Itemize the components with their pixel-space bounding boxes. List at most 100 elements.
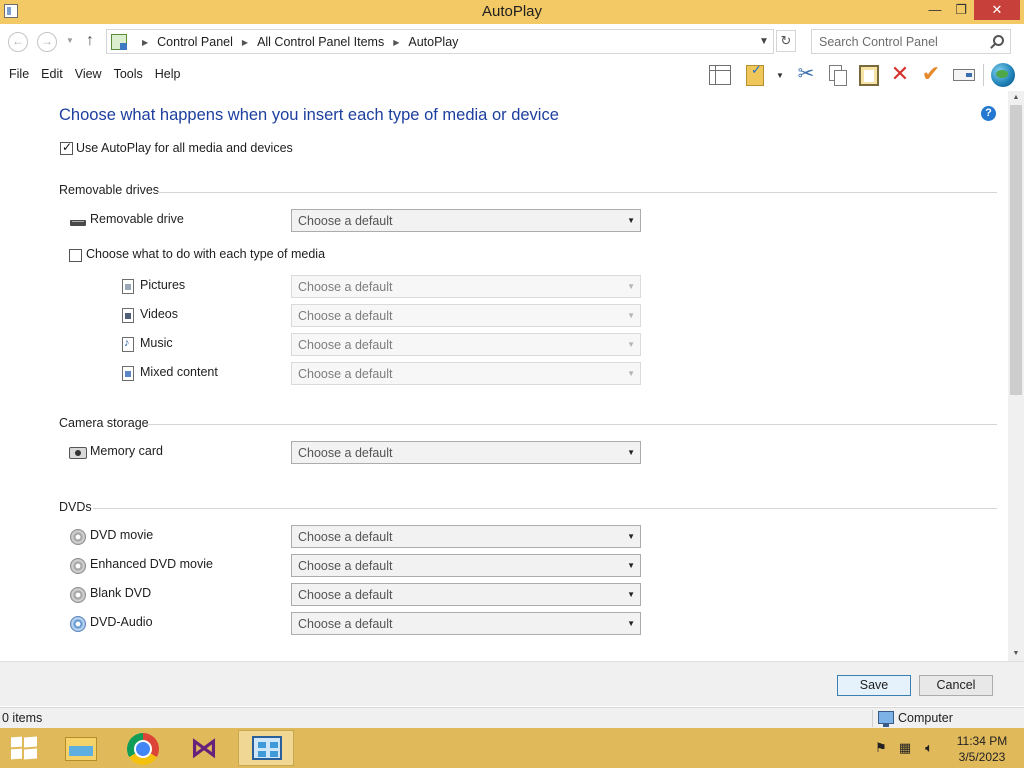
each-media-checkbox[interactable] <box>69 249 82 262</box>
copy-icon[interactable] <box>824 62 850 86</box>
address-bar[interactable]: ▶ Control Panel ▶ All Control Panel Item… <box>106 29 774 54</box>
breadcrumb-autoplay[interactable]: AutoPlay <box>408 35 458 49</box>
dvd-audio-icon <box>69 615 86 632</box>
chevron-down-icon: ▼ <box>627 216 635 225</box>
recent-locations-icon[interactable]: ▼ <box>66 36 74 45</box>
breadcrumb-separator-icon[interactable]: ▶ <box>142 38 148 47</box>
file-explorer-icon[interactable] <box>53 730 109 766</box>
chevron-down-icon: ▼ <box>627 369 635 378</box>
section-divider <box>93 508 997 509</box>
volume-icon[interactable]: 🔈︎ <box>921 740 937 756</box>
select-value: Choose a default <box>298 280 393 294</box>
status-divider <box>872 710 873 727</box>
menu-edit[interactable]: Edit <box>36 67 68 81</box>
cancel-button[interactable]: Cancel <box>919 675 993 696</box>
vertical-scrollbar[interactable]: ▲ ▼ <box>1008 91 1024 661</box>
removable-drive-select[interactable]: Choose a default ▼ <box>291 209 641 232</box>
pictures-icon <box>120 278 136 294</box>
blank-dvd-label: Blank DVD <box>90 586 152 600</box>
chevron-down-icon: ▼ <box>627 619 635 628</box>
checkmark-icon[interactable]: ✔ <box>918 62 944 86</box>
enhanced-dvd-movie-icon <box>69 557 86 574</box>
chevron-down-icon: ▼ <box>627 590 635 599</box>
address-row: ← → ▼ ↑ ▶ Control Panel ▶ All Control Pa… <box>0 24 1024 58</box>
section-divider <box>146 424 997 425</box>
breadcrumb-separator-icon[interactable]: ▶ <box>393 38 399 47</box>
save-button[interactable]: Save <box>837 675 911 696</box>
network-icon[interactable]: ▦ <box>897 740 913 756</box>
chevron-down-icon: ▼ <box>627 448 635 457</box>
layout-icon[interactable] <box>706 62 732 86</box>
enhanced-dvd-movie-select[interactable]: Choose a default ▼ <box>291 554 641 577</box>
section-removable-drives: Removable drives <box>59 183 160 197</box>
music-icon <box>120 336 136 352</box>
maximize-button[interactable]: ❐ <box>948 0 974 20</box>
cut-icon[interactable]: ✂ <box>793 62 819 86</box>
autoplay-window: AutoPlay — ❐ ✕ ← → ▼ ↑ ▶ Control Panel ▶… <box>0 0 1024 728</box>
select-value: Choose a default <box>298 214 393 228</box>
breadcrumb-separator-icon[interactable]: ▶ <box>242 38 248 47</box>
menu-view[interactable]: View <box>70 67 107 81</box>
memory-card-select[interactable]: Choose a default ▼ <box>291 441 641 464</box>
select-value: Choose a default <box>298 530 393 544</box>
breadcrumb-control-panel[interactable]: Control Panel <box>157 35 233 49</box>
chrome-icon[interactable] <box>114 730 170 766</box>
menu-bar: File Edit View Tools Help <box>4 67 187 81</box>
properties-icon[interactable] <box>744 62 770 86</box>
chevron-down-icon: ▼ <box>627 561 635 570</box>
videos-icon <box>120 307 136 323</box>
mixed-content-select[interactable]: Choose a default ▼ <box>291 362 641 385</box>
address-history-chevron-icon[interactable]: ▼ <box>759 36 769 47</box>
control-panel-task-icon[interactable] <box>238 730 294 766</box>
toolbar-divider <box>983 64 984 86</box>
dvd-movie-select[interactable]: Choose a default ▼ <box>291 525 641 548</box>
clock-time: 11:34 PM <box>956 734 1008 748</box>
scrollbar-thumb[interactable] <box>1010 105 1022 395</box>
windows-start-icon[interactable] <box>11 736 37 760</box>
clock-date: 3/5/2023 <box>958 750 1006 764</box>
menu-tools[interactable]: Tools <box>109 67 148 81</box>
menu-file[interactable]: File <box>4 67 34 81</box>
rename-icon[interactable] <box>951 62 977 86</box>
select-value: Choose a default <box>298 309 393 323</box>
use-autoplay-label[interactable]: Use AutoPlay for all media and devices <box>76 141 293 155</box>
memory-card-icon <box>69 444 87 460</box>
action-center-flag-icon[interactable]: ⚑ <box>873 740 889 756</box>
refresh-button[interactable]: ↻ <box>776 30 796 52</box>
blank-dvd-select[interactable]: Choose a default ▼ <box>291 583 641 606</box>
pictures-select[interactable]: Choose a default ▼ <box>291 275 641 298</box>
use-autoplay-checkbox[interactable] <box>60 140 73 155</box>
status-bar: 0 items Computer <box>0 707 1024 728</box>
videos-select[interactable]: Choose a default ▼ <box>291 304 641 327</box>
scroll-up-icon[interactable]: ▲ <box>1008 91 1024 105</box>
search-box <box>811 29 1011 54</box>
help-icon[interactable]: ? <box>981 106 996 121</box>
select-value: Choose a default <box>298 588 393 602</box>
visual-studio-icon[interactable]: ⋈ <box>176 730 232 766</box>
search-icon[interactable] <box>993 35 1004 46</box>
videos-label: Videos <box>140 307 178 321</box>
close-button[interactable]: ✕ <box>974 0 1020 20</box>
music-label: Music <box>140 336 173 350</box>
dvd-audio-select[interactable]: Choose a default ▼ <box>291 612 641 635</box>
taskbar: ⋈ ⚑ ▦ 🔈︎ 11:34 PM 3/5/2023 <box>0 728 1024 768</box>
chevron-down-icon: ▼ <box>627 282 635 291</box>
scroll-down-icon[interactable]: ▼ <box>1008 647 1024 661</box>
properties-dropdown-icon[interactable]: ▼ <box>776 71 784 80</box>
paste-icon[interactable] <box>856 62 882 86</box>
breadcrumb-all-items[interactable]: All Control Panel Items <box>257 35 384 49</box>
mixed-content-label: Mixed content <box>140 365 218 379</box>
delete-icon[interactable]: ✕ <box>887 62 913 86</box>
clock[interactable]: 11:34 PM 3/5/2023 <box>950 733 1014 765</box>
minimize-button[interactable]: — <box>922 0 948 20</box>
page-title: Choose what happens when you insert each… <box>59 106 559 124</box>
up-arrow-icon[interactable]: ↑ <box>86 32 94 50</box>
music-select[interactable]: Choose a default ▼ <box>291 333 641 356</box>
globe-icon[interactable] <box>990 62 1016 87</box>
forward-button[interactable]: → <box>37 32 57 52</box>
menu-help[interactable]: Help <box>150 67 186 81</box>
search-input[interactable] <box>813 31 983 52</box>
each-media-label[interactable]: Choose what to do with each type of medi… <box>86 247 325 261</box>
status-location: Computer <box>898 711 953 725</box>
back-button[interactable]: ← <box>8 32 28 52</box>
